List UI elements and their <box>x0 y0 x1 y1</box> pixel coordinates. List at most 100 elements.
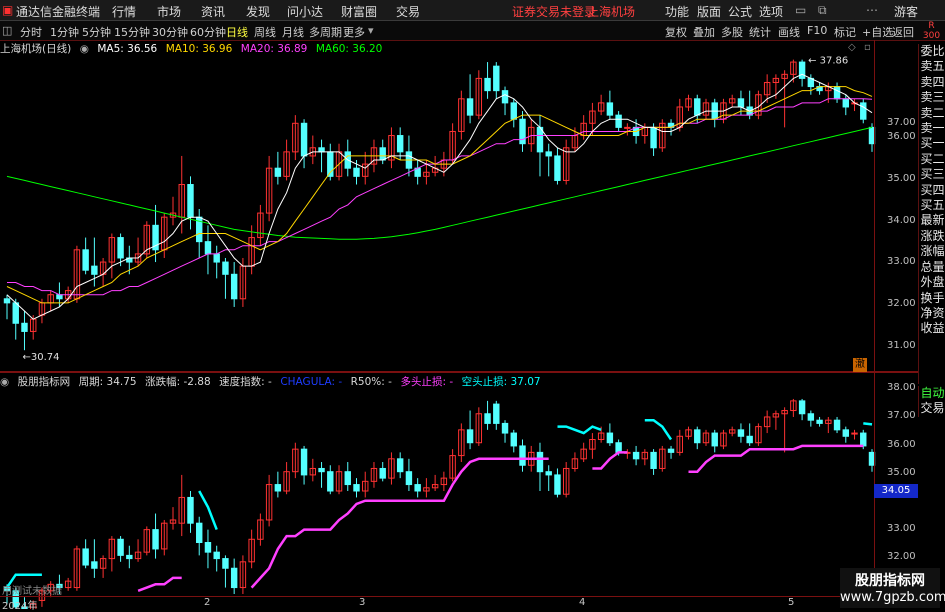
high-price-annotation: ← 37.86 <box>808 56 848 67</box>
quote-tab[interactable]: 总量 <box>919 260 945 275</box>
main-y-tick: 35.00 <box>887 173 916 184</box>
indicator-candle-body <box>554 474 561 495</box>
main-candle-body <box>379 147 386 161</box>
indicator-candle-body <box>91 561 98 569</box>
watermark: 股朋指标网 www.7gpzb.com <box>840 568 945 608</box>
main-candle-body <box>624 126 631 129</box>
quote-tab[interactable]: 收益 <box>919 321 945 336</box>
main-candle-body <box>353 167 360 177</box>
indicator-candle-body <box>711 432 718 447</box>
trade-button[interactable]: 交易 <box>919 401 945 416</box>
long-stop-line <box>137 444 864 592</box>
main-candle-body <box>187 184 194 218</box>
indicator-candle-body <box>493 403 500 424</box>
indicator-candle-body <box>519 445 526 466</box>
auto-button[interactable]: 自动 <box>919 386 945 401</box>
indicator-candle-body <box>746 435 753 444</box>
indicator-candle-body <box>405 471 413 486</box>
indicator-candle-body <box>414 484 421 492</box>
r-indicator: R 300 <box>918 21 945 41</box>
indicator-candle-body <box>842 429 849 437</box>
main-y-tick: 33.00 <box>887 256 916 267</box>
indicator-candle-body <box>152 529 159 550</box>
event-marker[interactable]: 澈 <box>853 358 867 372</box>
indicator-candle-body <box>126 554 133 560</box>
quote-tab[interactable]: 卖三 <box>919 90 945 105</box>
main-candle-body <box>833 86 841 100</box>
indicator-candle-body <box>606 432 614 444</box>
main-candle-body <box>12 302 19 324</box>
ind-y-tick: 35.00 <box>887 467 916 478</box>
quote-tab[interactable]: 委比 <box>919 44 945 59</box>
indicator-candle-body <box>807 413 815 421</box>
main-y-tick: 31.00 <box>887 340 916 351</box>
main-candle-body <box>117 237 124 259</box>
indicator-candle-body <box>466 429 474 444</box>
watermark-name: 股朋指标网 <box>855 573 925 589</box>
quote-tab[interactable]: 卖二 <box>919 106 945 121</box>
ind-y-tick: 33.00 <box>887 523 916 534</box>
main-candle-body <box>222 261 229 275</box>
indicator-candle-body <box>737 429 745 437</box>
main-y-tick: 37.00 <box>887 117 916 128</box>
indicator-candle-body <box>230 567 238 589</box>
indicator-candle-body <box>545 471 552 476</box>
main-candle-body <box>545 151 552 157</box>
main-candle-body <box>650 126 657 149</box>
main-candle-body <box>554 155 561 181</box>
indicator-candle-body <box>816 419 823 424</box>
main-candle-body <box>737 98 745 108</box>
footer-note: 用测试未数据 <box>2 586 62 597</box>
quote-tab[interactable]: 涨跌 <box>919 229 945 244</box>
indicator-candle-body <box>318 467 325 473</box>
main-candle-body <box>694 98 701 116</box>
main-candle-body <box>798 61 806 79</box>
indicator-candle-body <box>82 548 89 566</box>
quote-tab[interactable]: 买三 <box>919 167 945 182</box>
x-axis-month: 5 <box>788 597 795 608</box>
quote-side-panel: 委比 卖五 卖四 卖三 卖二 卖一 买一 买二 买三 买四 买五 最新 涨跌 涨… <box>918 44 945 384</box>
main-candle-body <box>484 77 491 92</box>
main-candle-body <box>606 102 614 116</box>
x-axis-month: 3 <box>359 597 366 608</box>
quote-tab[interactable]: 净资 <box>919 306 945 321</box>
ma60-line <box>6 126 873 240</box>
quote-tab[interactable]: 最新 <box>919 213 945 228</box>
quote-tab[interactable]: 涨幅 <box>919 244 945 259</box>
quote-tab[interactable]: 买一 <box>919 136 945 151</box>
main-candle-body <box>274 167 282 177</box>
main-candle-body <box>3 298 11 304</box>
indicator-candle-body <box>484 413 491 424</box>
ma10-line <box>6 86 873 304</box>
indicator-candle-body <box>196 522 203 543</box>
x-axis-month: 2 <box>204 597 211 608</box>
pane-divider <box>0 371 918 373</box>
x-axis-month: 4 <box>579 597 586 608</box>
indicator-candle-body <box>833 419 841 431</box>
indicator-candle-body <box>274 484 282 492</box>
indicator-candle-body <box>204 542 212 553</box>
indicator-candle-body <box>327 471 334 492</box>
x-axis-year: 2024年 <box>2 601 38 612</box>
quote-tab[interactable]: 买五 <box>919 198 945 213</box>
main-candle-body <box>493 65 500 92</box>
main-candle-body <box>21 322 28 332</box>
quote-tab[interactable]: 买四 <box>919 183 945 198</box>
indicator-candle-body <box>344 471 351 486</box>
indicator-candle-body <box>213 551 220 560</box>
indicator-candle-body <box>615 442 622 453</box>
quote-tab[interactable]: 外盘 <box>919 275 945 290</box>
main-y-tick: 32.00 <box>887 298 916 309</box>
main-candle-body <box>82 249 89 271</box>
indicator-candle-body <box>222 558 229 569</box>
indicator-candle-body <box>117 538 124 556</box>
ind-y-tick: 32.00 <box>887 551 916 562</box>
current-price-label: 34.05 <box>874 484 918 498</box>
quote-tab[interactable]: 卖四 <box>919 75 945 90</box>
quote-tab[interactable]: 卖五 <box>919 59 945 74</box>
price-chart[interactable]: ← 37.86 ←30.74 <box>0 0 945 609</box>
quote-tab[interactable]: 卖一 <box>919 121 945 136</box>
quote-tab[interactable]: 买二 <box>919 152 945 167</box>
indicator-candle-body <box>536 451 544 473</box>
quote-tab[interactable]: 换手 <box>919 291 945 306</box>
